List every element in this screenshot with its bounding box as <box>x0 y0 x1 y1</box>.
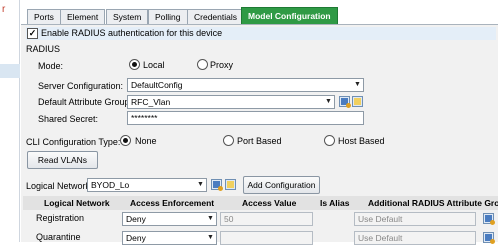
attr-group-value: Use Default <box>358 214 403 224</box>
col-header-access-enforcement: Access Enforcement <box>130 198 215 208</box>
chevron-down-icon: ▼ <box>207 234 214 241</box>
tab-model-configuration[interactable]: Model Configuration <box>241 7 338 24</box>
mode-proxy-label: Proxy <box>210 60 234 70</box>
tab-credentials[interactable]: Credentials <box>187 9 244 24</box>
read-vlans-button[interactable]: Read VLANs <box>27 151 98 169</box>
add-logical-network-icon[interactable] <box>211 179 223 191</box>
chevron-down-icon: ▼ <box>325 98 332 105</box>
shared-secret-label: Shared Secret: <box>38 114 99 124</box>
tree-node-icon: r <box>2 4 6 15</box>
row-network-name: Quarantine <box>36 232 81 242</box>
access-enforcement-dropdown[interactable]: Deny ▼ <box>122 231 217 245</box>
attr-group-dropdown[interactable]: Use Default <box>354 231 476 245</box>
cli-host-based-radio[interactable] <box>324 135 335 146</box>
row-network-name: Registration <box>36 213 85 223</box>
cli-config-type-label: CLI Configuration Type: <box>26 137 121 147</box>
col-header-is-alias: Is Alias <box>320 198 350 208</box>
col-header-additional-radius-attr-group: Additional RADIUS Attribute Group <box>368 198 498 208</box>
server-config-label: Server Configuration: <box>38 81 124 91</box>
chevron-down-icon: ▼ <box>354 81 361 88</box>
add-attr-group-icon[interactable] <box>483 232 495 244</box>
enable-radius-checkbox[interactable]: ✓ <box>27 28 38 39</box>
access-value-input[interactable] <box>220 231 313 245</box>
access-value-input[interactable]: 50 <box>220 212 313 226</box>
left-pane: r <box>0 0 20 242</box>
default-attr-group-dropdown[interactable]: RFC_Vlan ▼ <box>127 95 335 109</box>
chevron-down-icon: ▼ <box>207 215 214 222</box>
shared-secret-value: ******** <box>131 113 158 123</box>
radius-section-title: RADIUS <box>26 44 61 54</box>
mode-label: Mode: <box>38 61 64 71</box>
cli-none-radio[interactable] <box>120 135 131 146</box>
attr-group-dropdown[interactable]: Use Default <box>354 212 476 226</box>
add-attr-group-icon[interactable] <box>339 96 351 108</box>
server-config-value: DefaultConfig <box>131 80 183 90</box>
access-value: 50 <box>224 214 234 224</box>
server-config-dropdown[interactable]: DefaultConfig ▼ <box>127 78 364 92</box>
cli-port-based-label: Port Based <box>237 136 282 146</box>
shared-secret-input[interactable]: ******** <box>127 111 364 125</box>
chevron-down-icon: ▼ <box>197 181 204 188</box>
access-enforcement-value: Deny <box>126 214 146 224</box>
left-pane-selected-row[interactable] <box>0 64 20 78</box>
cli-port-based-radio[interactable] <box>223 135 234 146</box>
cli-host-based-label: Host Based <box>338 136 385 146</box>
mode-local-radio[interactable] <box>129 59 140 70</box>
access-enforcement-dropdown[interactable]: Deny ▼ <box>122 212 217 226</box>
tab-polling[interactable]: Polling <box>148 9 188 24</box>
table-row: Quarantine Deny ▼ Use Default <box>23 229 498 245</box>
add-configuration-button[interactable]: Add Configuration <box>243 176 320 194</box>
tab-system[interactable]: System <box>106 9 149 24</box>
add-attr-group-icon[interactable] <box>483 213 495 225</box>
tab-element[interactable]: Element <box>60 9 106 24</box>
logical-network-value: BYOD_Lo <box>91 180 130 190</box>
table-row: Registration Deny ▼ 50 Use Default <box>23 211 498 227</box>
enable-radius-row[interactable]: ✓ Enable RADIUS authentication for this … <box>26 27 496 40</box>
mode-proxy-radio[interactable] <box>197 59 208 70</box>
col-header-logical-network: Logical Network <box>44 198 110 208</box>
logical-network-label: Logical Network: <box>26 181 93 191</box>
edit-attr-group-icon[interactable] <box>352 96 363 107</box>
edit-logical-network-icon[interactable] <box>225 179 236 190</box>
cli-none-label: None <box>135 136 157 146</box>
enable-radius-label: Enable RADIUS authentication for this de… <box>41 28 223 38</box>
logical-network-dropdown[interactable]: BYOD_Lo ▼ <box>87 178 207 192</box>
col-header-access-value: Access Value <box>242 198 297 208</box>
mode-local-label: Local <box>143 60 165 70</box>
default-attr-group-label: Default Attribute Group: <box>38 97 133 107</box>
tab-ports[interactable]: Ports <box>27 9 61 24</box>
default-attr-group-value: RFC_Vlan <box>131 97 171 107</box>
